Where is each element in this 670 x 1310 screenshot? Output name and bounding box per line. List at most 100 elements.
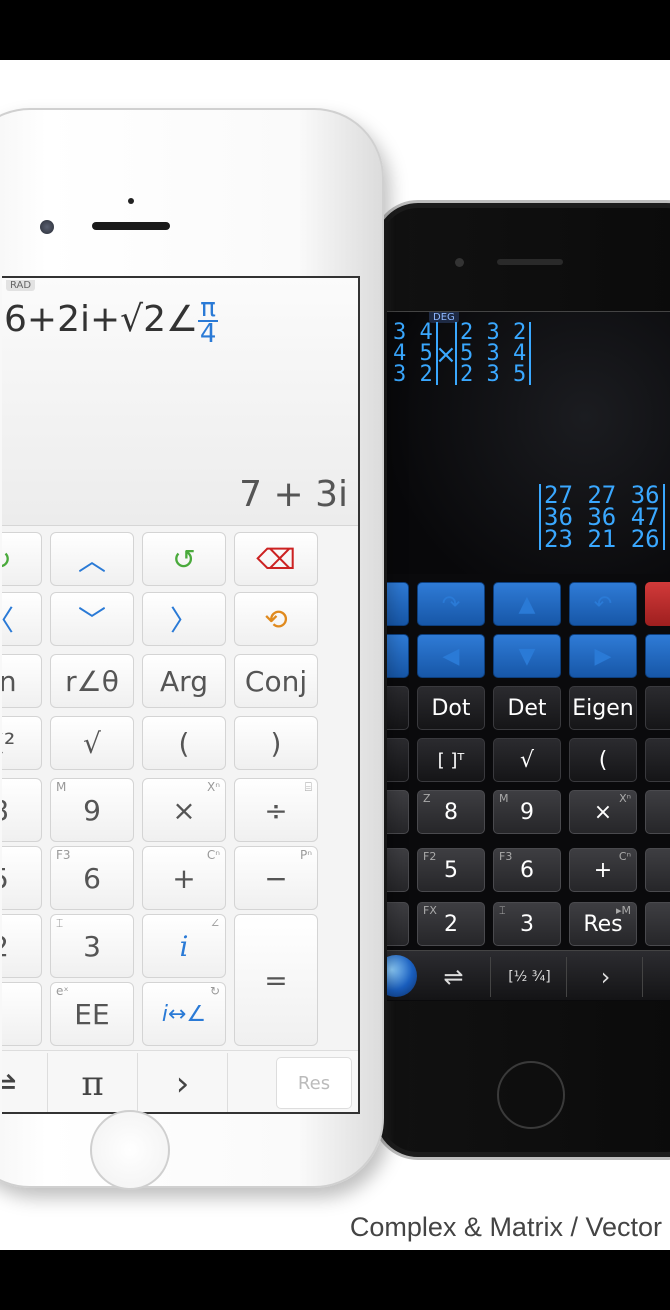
left-button[interactable]: 〈 [2,592,42,646]
pi-tab[interactable]: π [48,1053,138,1112]
matrix-a-row: 4 5 [393,341,433,366]
dark-key[interactable]: -1 [387,738,409,782]
angle-mode-badge: RAD [6,280,36,291]
plus-button[interactable]: Cⁿ + [142,846,226,910]
next-tab[interactable]: › [138,1053,228,1112]
dark-key-5[interactable]: F2 5 [417,848,485,892]
dark-key[interactable]: s [387,686,409,730]
key-sublabel: F3 [56,848,71,862]
key-sublabel: F2 [423,850,437,863]
polar-button[interactable]: r∠θ [50,654,134,708]
result-matrix-row: 23 21 26 [544,525,660,553]
dark-key[interactable]: c [387,634,409,678]
dark-key-row: -1 [ ]ᵀ √ ( [387,738,670,782]
expression-input[interactable]: 6+2i+√2∠ π 4 [4,295,218,347]
dark-res-button[interactable]: ▸M Res [569,902,637,946]
dark-down-button[interactable]: ▼ [493,634,561,678]
chevron-right-icon: 〉 [169,604,198,637]
proximity-sensor [128,198,134,204]
dark-left-button[interactable]: ◀ [417,634,485,678]
key-label: EE [74,997,110,1031]
matrix-b: 2 3 2 5 3 4 2 3 5 [455,322,532,386]
dark-plus-button[interactable]: Cⁿ + [569,848,637,892]
dark-key-3[interactable]: ⌶ 3 [493,902,561,946]
key-8[interactable]: Z8 [2,778,42,842]
dark-undo-button[interactable]: ↶ [569,582,637,626]
dark-next-tab[interactable]: › [569,957,643,997]
lparen-button[interactable]: ( [142,716,226,770]
dark-up-button[interactable]: ▲ [493,582,561,626]
minus-button[interactable]: Pⁿ − [234,846,318,910]
dark-det-button[interactable]: Det [493,686,561,730]
dark-transpose-button[interactable]: [ ]ᵀ [417,738,485,782]
dark-key[interactable] [387,848,409,892]
dark-key-row: c ◀ ▼ ▶ # [387,634,670,678]
key-label: Ln [2,665,17,698]
dark-eigen-button[interactable]: Eigen [569,686,637,730]
dark-swap-tab[interactable]: ⇌ [417,957,491,997]
key-6[interactable]: F3 6 [50,846,134,910]
dark-dot-button[interactable]: Dot [417,686,485,730]
imaginary-button[interactable]: ∠ i [142,914,226,978]
res-button[interactable]: Res [276,1057,352,1109]
key-3[interactable]: ⌶ 3 [50,914,134,978]
front-camera-icon [455,258,464,267]
complex-form-toggle-button[interactable]: ↻ i↔∠ [142,982,226,1046]
rparen-button[interactable]: ) [234,716,318,770]
key-label: r∠θ [65,664,119,698]
right-button[interactable]: 〉 [142,592,226,646]
undo-button[interactable]: ↺ [142,532,226,586]
dark-key-2[interactable]: FX 2 [417,902,485,946]
dark-key-6[interactable]: F3 6 [493,848,561,892]
dark-key[interactable] [645,848,670,892]
key-label: 8 [2,794,9,827]
key-superlabel: Xⁿ [206,780,220,794]
dark-backspace-button[interactable]: ◀ [645,582,670,626]
decimal-button[interactable]: °′″. [2,982,42,1046]
up-button[interactable]: ︿ [50,532,134,586]
dark-cross-button[interactable]: Cr [645,686,670,730]
down-button[interactable]: ﹀ [50,592,134,646]
sqrt-button[interactable]: √ [50,716,134,770]
dark-lparen-button[interactable]: ( [569,738,637,782]
key-label: Conj [244,664,308,698]
dark-hash-button[interactable]: # [645,634,670,678]
dark-multiply-button[interactable]: Xⁿ × [569,790,637,834]
dark-key-9[interactable]: M9 [493,790,561,834]
dark-right-button[interactable]: ▶ [569,634,637,678]
arg-button[interactable]: Arg [142,654,226,708]
conj-button[interactable]: Conj [234,654,318,708]
divide-button[interactable]: ⌸ ÷ [234,778,318,842]
key-5[interactable]: F25 [2,846,42,910]
history-button[interactable]: ⟲ [234,592,318,646]
globe-icon[interactable] [387,955,417,997]
dark-key[interactable]: tt [387,582,409,626]
redo-button[interactable]: ↻ [2,532,42,586]
dark-matrix-tab[interactable]: [½ ¾] [493,957,567,997]
ee-button[interactable]: eˣ EE [50,982,134,1046]
letterbox-bottom [0,1250,670,1310]
key-9[interactable]: M9 [50,778,134,842]
dark-redo-button[interactable]: ↷ [417,582,485,626]
dark-key-8[interactable]: Z8 [417,790,485,834]
history-icon: ⟲ [264,602,288,636]
key-2[interactable]: FX2 [2,914,42,978]
square-button[interactable]: X² [2,716,42,770]
multiply-button[interactable]: Xⁿ × [142,778,226,842]
home-button[interactable] [90,1110,170,1190]
swap-tab[interactable]: ⇌ [2,1053,48,1112]
ln-button[interactable]: Ln [2,654,42,708]
key-label: 3 [83,929,101,963]
dark-key[interactable] [387,902,409,946]
dark-key[interactable] [645,738,670,782]
dark-key[interactable] [645,902,670,946]
dark-sqrt-button[interactable]: √ [493,738,561,782]
equals-button[interactable]: = [234,914,318,1046]
dark-key-row: tt ↷ ▲ ↶ ◀ [387,582,670,626]
dark-key[interactable] [387,790,409,834]
backspace-button[interactable]: ⌫ [234,532,318,586]
key-sublabel: M [499,792,509,805]
earpiece-speaker [92,222,170,230]
dark-key[interactable] [645,790,670,834]
home-button[interactable] [497,1061,565,1129]
